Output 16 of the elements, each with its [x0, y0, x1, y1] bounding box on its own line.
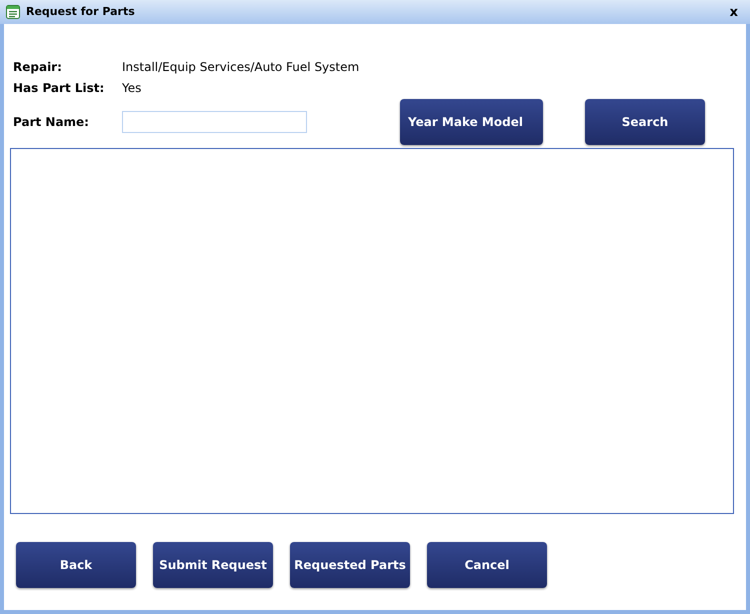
form-icon [6, 5, 20, 19]
field-label: Repair: [13, 58, 63, 76]
parts-list[interactable] [10, 148, 734, 514]
close-button[interactable]: x [724, 6, 744, 18]
year-make-model-button[interactable]: Year Make Model [400, 99, 543, 145]
field-value: Install/Equip Services/Auto Fuel System [122, 58, 360, 76]
action-button[interactable]: Submit Request [153, 542, 273, 588]
action-button[interactable]: Cancel [427, 542, 547, 588]
search-button[interactable]: Search [585, 99, 705, 145]
part-name-field[interactable] [122, 111, 307, 133]
field-label: Has Part List: [13, 80, 106, 96]
action-button[interactable]: Back [16, 542, 136, 588]
action-button[interactable]: Requested Parts [290, 542, 410, 588]
field-value: Yes [122, 80, 142, 96]
window-title: Request for Parts [26, 4, 135, 20]
field-label: Part Name: [13, 114, 90, 131]
